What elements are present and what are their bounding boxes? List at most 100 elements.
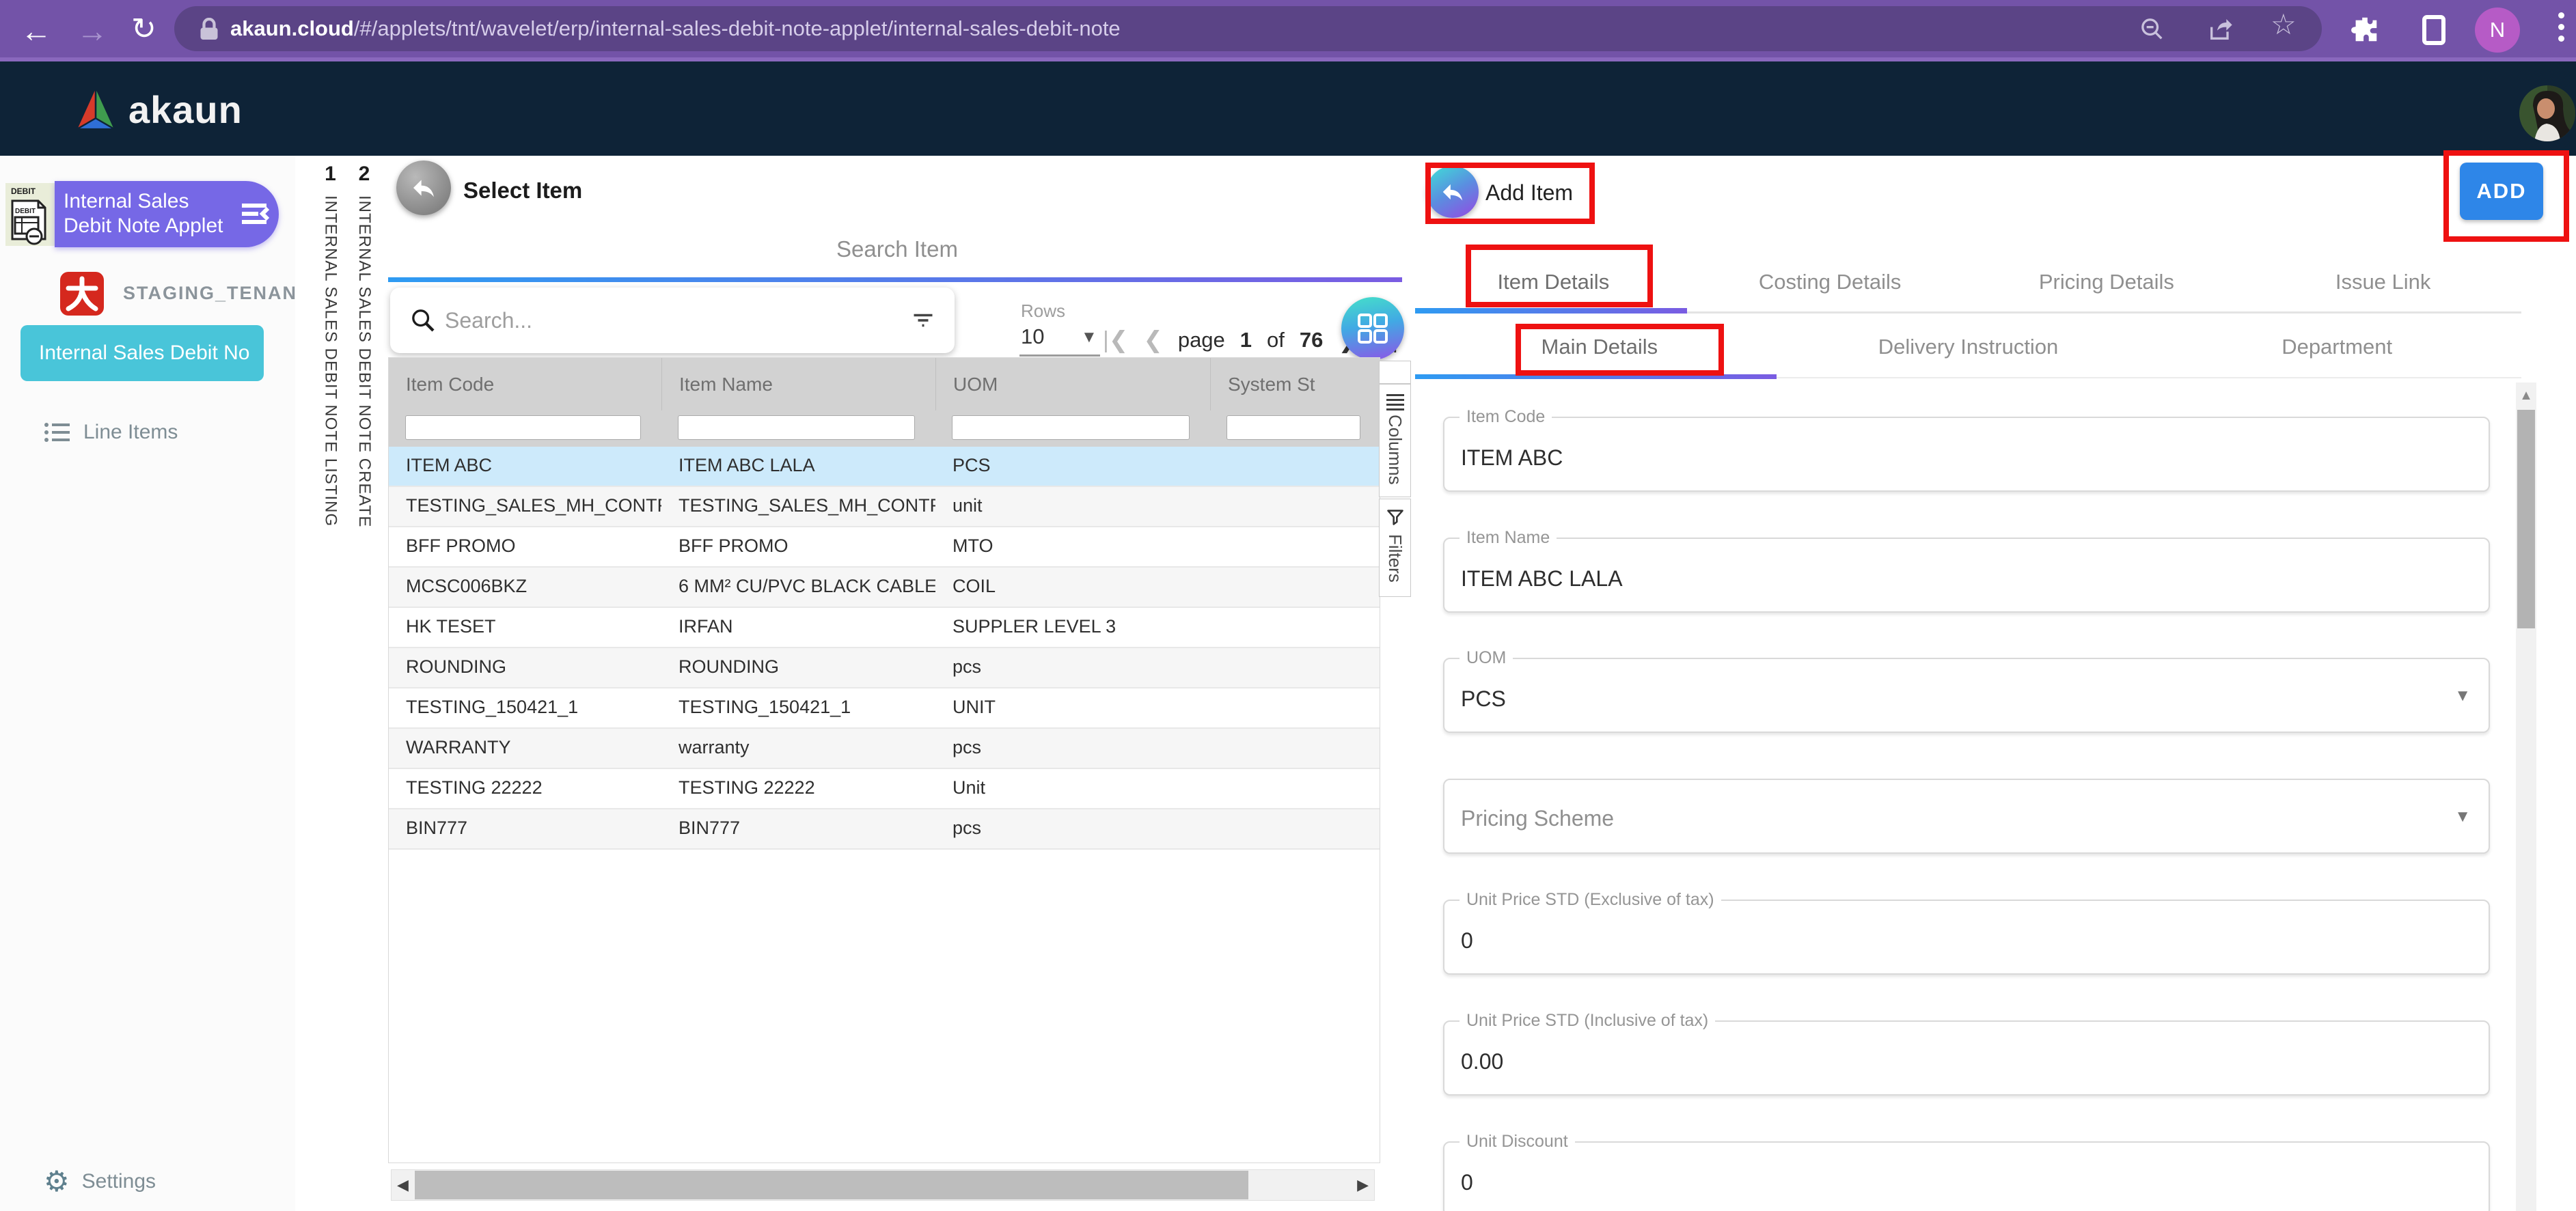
sidebar-doc-button[interactable]: Internal Sales Debit No — [20, 325, 264, 381]
filter-input-uom[interactable] — [952, 415, 1190, 440]
collapse-menu-icon[interactable] — [239, 199, 269, 229]
table-row[interactable]: WARRANTYwarrantypcs — [389, 729, 1380, 769]
logo-text: akaun — [128, 87, 243, 132]
field-label: UOM — [1460, 648, 1513, 668]
field-label: Unit Price STD (Exclusive of tax) — [1460, 890, 1721, 910]
dropdown-caret-icon: ▼ — [2454, 807, 2471, 826]
vertical-scrollbar-thumb[interactable] — [2517, 410, 2535, 628]
sidebar-item-settings[interactable]: ⚙ Settings — [44, 1165, 156, 1198]
table-row[interactable]: TESTING_SALES_MH_CONTRACTTESTING_SALES_M… — [389, 487, 1380, 527]
horizontal-scrollbar-thumb[interactable] — [415, 1171, 1248, 1199]
user-photo-avatar[interactable] — [2519, 85, 2575, 141]
line-items-list-icon — [44, 421, 70, 443]
vertical-scrollbar[interactable]: ▲ — [2516, 382, 2536, 1211]
uom-select[interactable]: UOM PCS ▼ — [1443, 658, 2490, 733]
bookmark-star-icon[interactable]: ☆ — [2271, 8, 2297, 41]
unit-price-incl-field[interactable]: Unit Price STD (Inclusive of tax) 0.00 — [1443, 1020, 2490, 1096]
filter-input-item-name[interactable] — [678, 415, 915, 440]
scroll-left-icon[interactable]: ◀ — [397, 1170, 409, 1200]
section-title: Search Item — [381, 236, 1413, 262]
annotation-box-add-button — [2443, 150, 2569, 242]
search-box — [390, 288, 955, 353]
filter-funnel-icon — [1386, 507, 1405, 527]
columns-tab[interactable]: Columns — [1379, 384, 1411, 497]
browser-forward-icon[interactable]: → — [77, 7, 108, 55]
page-word: page — [1178, 328, 1225, 352]
sidebar-item-line-items[interactable]: Line Items — [44, 421, 178, 444]
field-placeholder: Pricing Scheme — [1461, 806, 1614, 831]
column-header[interactable]: System St — [1210, 358, 1380, 410]
column-header[interactable]: Item Name — [661, 358, 935, 410]
prev-page-icon[interactable]: ❮ — [1143, 326, 1163, 354]
tab-department[interactable]: Department — [2152, 320, 2521, 374]
table-row[interactable]: TESTING 22222TESTING 22222Unit — [389, 769, 1380, 809]
workspace-tab-create[interactable]: 2 INTERNAL SALES DEBIT NOTE CREATE — [347, 156, 383, 1211]
field-value: 0 — [1461, 928, 1473, 954]
column-header[interactable]: UOM — [935, 358, 1210, 410]
table-row[interactable]: BIN777BIN777pcs — [389, 809, 1380, 850]
table-row[interactable]: BFF PROMOBFF PROMOMTO — [389, 527, 1380, 568]
horizontal-scrollbar[interactable]: ◀ ▶ — [391, 1169, 1375, 1201]
table-filter-row — [389, 410, 1380, 447]
rows-caret-icon[interactable]: ▼ — [1081, 328, 1097, 347]
url-domain: akaun.cloud — [230, 16, 354, 40]
tab-pricing-details[interactable]: Pricing Details — [1969, 251, 2245, 313]
table-row[interactable]: TESTING_150421_1TESTING_150421_1UNIT — [389, 688, 1380, 729]
scroll-up-icon[interactable]: ▲ — [2516, 382, 2536, 408]
filter-input-item-code[interactable] — [405, 415, 641, 440]
table-row[interactable]: ITEM ABCITEM ABC LALAPCS — [389, 447, 1380, 487]
address-bar[interactable]: akaun.cloud/#/applets/tnt/wavelet/erp/in… — [174, 6, 2322, 51]
sidebar-item-applet[interactable]: Internal Sales Debit Note Applet — [55, 181, 279, 247]
grid-view-button[interactable] — [1341, 297, 1404, 360]
column-header[interactable]: Item Code — [389, 358, 661, 410]
lock-icon — [199, 18, 219, 41]
filter-input-system-status[interactable] — [1227, 415, 1360, 440]
filter-list-icon[interactable] — [911, 308, 935, 333]
page-current: 1 — [1240, 328, 1252, 352]
active-tab-underline — [1415, 308, 1687, 314]
item-code-field[interactable]: Item Code ITEM ABC — [1443, 417, 2490, 492]
of-word: of — [1267, 328, 1285, 352]
unit-discount-field[interactable]: Unit Discount 0 — [1443, 1141, 2490, 1211]
pricing-scheme-select[interactable]: Pricing Scheme ▼ — [1443, 779, 2490, 854]
browser-menu-icon[interactable] — [2558, 12, 2564, 42]
table-row[interactable]: ROUNDINGROUNDINGpcs — [389, 648, 1380, 688]
browser-profile-avatar[interactable]: N — [2475, 8, 2520, 53]
section-underline — [388, 277, 1402, 282]
select-item-panel: Select Item Search Item Rows 10 ▼ |❮ ❮ p… — [381, 156, 1413, 1211]
tab-costing-details[interactable]: Costing Details — [1692, 251, 1969, 313]
share-icon[interactable] — [2207, 16, 2234, 43]
side-panel-icon[interactable] — [2422, 15, 2445, 45]
tab-issue-link[interactable]: Issue Link — [2245, 251, 2521, 313]
filters-tab[interactable]: Filters — [1379, 499, 1411, 597]
table-row[interactable]: MCSC006BKZ6 MM² CU/PVC BLACK CABLE 1...C… — [389, 568, 1380, 608]
first-page-icon[interactable]: |❮ — [1103, 326, 1128, 354]
tenant-icon[interactable] — [60, 272, 104, 316]
tab-number: 2 — [347, 163, 381, 186]
item-name-field[interactable]: Item Name ITEM ABC LALA — [1443, 538, 2490, 613]
search-input[interactable] — [443, 297, 870, 344]
url-path: /#/applets/tnt/wavelet/erp/internal-sale… — [354, 16, 1121, 40]
field-label: Unit Discount — [1460, 1132, 1575, 1152]
browser-back-icon[interactable]: ← — [20, 7, 52, 55]
table-row[interactable]: HK TESETIRFANSUPPLER LEVEL 3 — [389, 608, 1380, 648]
filters-label: Filters — [1384, 534, 1406, 583]
unit-price-excl-field[interactable]: Unit Price STD (Exclusive of tax) 0 — [1443, 900, 2490, 975]
field-value: 0 — [1461, 1170, 1473, 1195]
workspace-tab-listing[interactable]: 1 INTERNAL SALES DEBIT NOTE LISTING — [314, 156, 348, 1211]
zoom-out-icon[interactable] — [2139, 16, 2166, 43]
field-value: ITEM ABC LALA — [1461, 566, 1623, 591]
field-label: Unit Price STD (Inclusive of tax) — [1460, 1011, 1715, 1031]
scroll-right-icon[interactable]: ▶ — [1357, 1170, 1369, 1200]
extensions-puzzle-icon[interactable] — [2349, 14, 2381, 45]
browser-toolbar: ← → ↻ akaun.cloud/#/applets/tnt/wavelet/… — [0, 0, 2576, 61]
line-items-label: Line Items — [83, 421, 178, 444]
back-arrow-icon — [410, 174, 437, 201]
tab-delivery-instruction[interactable]: Delivery Instruction — [1784, 320, 2153, 374]
browser-reload-icon[interactable]: ↻ — [131, 5, 156, 53]
tenant-name: STAGING_TENANT — [123, 283, 310, 304]
app-header: akaun — [0, 61, 2576, 156]
back-button[interactable] — [396, 161, 451, 215]
rows-per-page-select[interactable]: 10 — [1021, 324, 1044, 349]
grid-icon — [1355, 311, 1390, 346]
